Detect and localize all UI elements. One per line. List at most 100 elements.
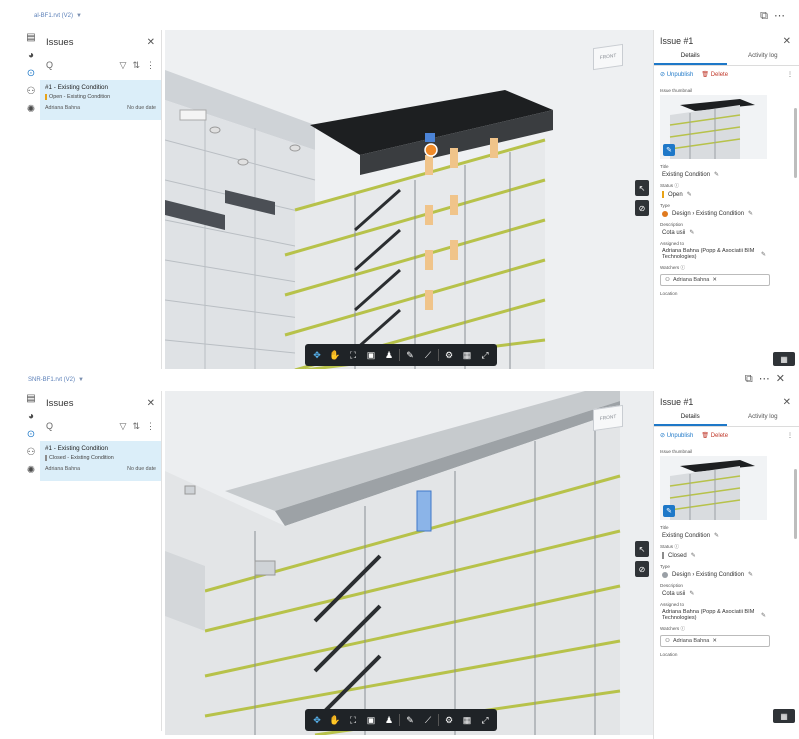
type-value[interactable]: Design › Existing Condition	[672, 211, 744, 217]
navigation-cube[interactable]: FRONT	[593, 404, 623, 432]
viewer-side-tools: ↖ ⊘	[635, 180, 649, 216]
fit-view-icon[interactable]: ⛶	[345, 712, 361, 728]
select-cursor-icon[interactable]: ↖	[635, 180, 649, 196]
walk-icon[interactable]: ♟	[381, 347, 397, 363]
issue-thumbnail[interactable]: ✎	[660, 95, 767, 159]
filter-icon[interactable]: ▽	[120, 60, 127, 71]
title-label: Title	[660, 164, 669, 169]
window-icon[interactable]: ⧉	[760, 10, 768, 22]
edit-icon[interactable]: ✎	[689, 229, 694, 236]
close-icon[interactable]: ✕	[783, 397, 791, 408]
screenshot-top: al-BF1.rvt (V2) ▼ ⧉ ⋯ ▤ ◕ ⊙ ⚇ ✺ Issues ✕…	[0, 0, 799, 370]
grid-view-icon[interactable]: ▦	[773, 709, 795, 723]
measure-icon[interactable]: ⟋	[420, 347, 436, 363]
scrollbar[interactable]	[794, 469, 797, 539]
issues-icon[interactable]: ⊙	[27, 68, 35, 80]
markup-icon[interactable]: ✎	[402, 347, 418, 363]
search-icon[interactable]: Q	[46, 60, 53, 70]
more-vertical-icon[interactable]: ⋮	[787, 71, 793, 78]
sort-icon[interactable]: ⇅	[132, 60, 140, 71]
more-vertical-icon[interactable]: ⋮	[146, 60, 155, 71]
tab-activity-log[interactable]: Activity log	[727, 413, 799, 426]
layers-icon[interactable]: ▤	[26, 393, 35, 405]
search-icon[interactable]: Q	[46, 421, 53, 431]
edit-icon[interactable]: ✎	[714, 532, 719, 539]
settings-icon[interactable]: ⚙	[441, 347, 457, 363]
delete-button[interactable]: 🗑 Delete	[701, 71, 728, 78]
pan-icon[interactable]: ✋	[327, 712, 343, 728]
people-icon[interactable]: ⚇	[27, 447, 36, 459]
model-viewer[interactable]: FRONT ↖ ⊘ ✥ ✋ ⛶ ▣ ♟ ✎ ⟋ ⚙ ▦ ⤢	[165, 391, 653, 735]
unpublish-button[interactable]: ⊘ Unpublish	[660, 71, 693, 78]
measure-icon[interactable]: ⟋	[420, 712, 436, 728]
issues-icon[interactable]: ⊙	[27, 429, 35, 441]
remove-icon[interactable]: ✕	[712, 277, 717, 283]
edit-icon[interactable]: ✎	[714, 171, 719, 178]
section-box-icon[interactable]: ▣	[363, 712, 379, 728]
settings-icon[interactable]: ✺	[27, 465, 35, 477]
tab-details[interactable]: Details	[654, 413, 727, 426]
layers-icon[interactable]: ▤	[26, 32, 35, 44]
building-model	[165, 30, 653, 370]
issue-list-item[interactable]: #1 - Existing Condition Open - Existing …	[40, 80, 161, 120]
orbit-icon[interactable]: ✥	[309, 347, 325, 363]
type-value[interactable]: Design › Existing Condition	[672, 572, 744, 578]
delete-button[interactable]: 🗑 Delete	[701, 432, 728, 439]
more-icon[interactable]: ⋯	[759, 373, 770, 385]
edit-icon[interactable]: ✎	[761, 251, 766, 258]
grid-view-icon[interactable]: ▦	[773, 352, 795, 366]
fit-view-icon[interactable]: ⛶	[345, 347, 361, 363]
close-icon[interactable]: ✕	[147, 398, 155, 409]
close-icon[interactable]: ✕	[147, 37, 155, 48]
watcher-chip[interactable]: ⚇ Adriana Bahna ✕	[660, 274, 770, 286]
issue-list-item[interactable]: #1 - Existing Condition Closed - Existin…	[40, 441, 161, 481]
fullscreen-icon[interactable]: ⤢	[477, 347, 493, 363]
window-icon[interactable]: ⧉	[745, 373, 753, 385]
select-cursor-icon[interactable]: ↖	[635, 541, 649, 557]
edit-icon[interactable]: ✎	[687, 191, 692, 198]
more-vertical-icon[interactable]: ⋮	[787, 432, 793, 439]
fullscreen-icon[interactable]: ⤢	[477, 712, 493, 728]
tab-activity-log[interactable]: Activity log	[727, 52, 799, 65]
more-icon[interactable]: ⋯	[774, 10, 785, 22]
status-value[interactable]: Open	[668, 192, 683, 198]
navigation-cube[interactable]: FRONT	[593, 43, 623, 71]
remove-icon[interactable]: ✕	[712, 638, 717, 644]
scrollbar[interactable]	[794, 108, 797, 178]
filter-icon[interactable]: ▽	[120, 421, 127, 432]
edit-icon[interactable]: ✎	[691, 552, 696, 559]
edit-icon[interactable]: ✎	[761, 612, 766, 619]
settings-icon[interactable]: ⚙	[441, 712, 457, 728]
status-value[interactable]: Closed	[668, 553, 687, 559]
people-icon[interactable]: ⚇	[27, 86, 36, 98]
globe-icon[interactable]: ◕	[28, 411, 34, 423]
close-icon[interactable]: ✕	[783, 36, 791, 47]
tab-details[interactable]: Details	[654, 52, 727, 65]
section-box-icon[interactable]: ▣	[363, 347, 379, 363]
explode-icon[interactable]: ▦	[459, 347, 475, 363]
settings-icon[interactable]: ⊘	[635, 200, 649, 216]
settings-icon[interactable]: ⊘	[635, 561, 649, 577]
close-icon[interactable]: ✕	[776, 373, 785, 385]
edit-thumbnail-icon[interactable]: ✎	[663, 144, 675, 156]
edit-icon[interactable]: ✎	[748, 210, 753, 217]
model-viewer[interactable]: FRONT ↖ ⊘ ✥ ✋ ⛶ ▣ ♟ ✎ ⟋ ⚙ ▦ ⤢	[165, 30, 653, 370]
unpublish-button[interactable]: ⊘ Unpublish	[660, 432, 693, 439]
settings-icon[interactable]: ✺	[27, 104, 35, 116]
more-vertical-icon[interactable]: ⋮	[146, 421, 155, 432]
watchers-label: Watchers ⓘ	[660, 265, 793, 271]
markup-icon[interactable]: ✎	[402, 712, 418, 728]
edit-icon[interactable]: ✎	[748, 571, 753, 578]
walk-icon[interactable]: ♟	[381, 712, 397, 728]
orbit-icon[interactable]: ✥	[309, 712, 325, 728]
pan-icon[interactable]: ✋	[327, 347, 343, 363]
file-selector[interactable]: al-BF1.rvt (V2) ▼	[34, 13, 82, 19]
sort-icon[interactable]: ⇅	[132, 421, 140, 432]
edit-thumbnail-icon[interactable]: ✎	[663, 505, 675, 517]
watcher-chip[interactable]: ⚇ Adriana Bahna ✕	[660, 635, 770, 647]
globe-icon[interactable]: ◕	[28, 50, 34, 62]
explode-icon[interactable]: ▦	[459, 712, 475, 728]
issue-thumbnail[interactable]: ✎	[660, 456, 767, 520]
edit-icon[interactable]: ✎	[689, 590, 694, 597]
file-selector[interactable]: SNR-BF1.rvt (V2) ▼	[28, 377, 84, 383]
